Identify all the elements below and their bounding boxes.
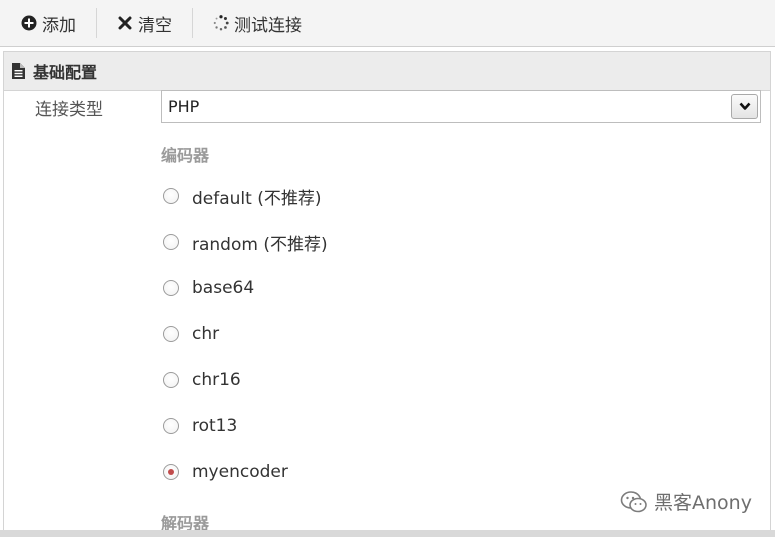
encoder-option-chr16[interactable]: chr16 <box>161 368 241 392</box>
encoder-option-default[interactable]: default (不推荐) <box>161 184 322 209</box>
encoder-option-random[interactable]: random (不推荐) <box>161 230 328 255</box>
encoder-option-chr[interactable]: chr <box>161 322 219 346</box>
chevron-down-icon[interactable] <box>731 94 758 119</box>
section-title: 基础配置 <box>33 63 98 82</box>
radio-label: chr <box>192 324 220 344</box>
radio-label: myencoder <box>192 462 288 482</box>
connection-type-value: PHP <box>168 97 200 116</box>
watermark: 黑客Anony <box>620 488 752 515</box>
watermark-text: 黑客Anony <box>654 492 752 514</box>
radio-label: rot13 <box>192 416 238 436</box>
plus-circle-icon <box>21 15 37 31</box>
radio-button[interactable] <box>163 280 179 296</box>
x-icon <box>117 15 133 31</box>
clear-button-label: 清空 <box>138 15 172 36</box>
encoder-option-rot13[interactable]: rot13 <box>161 414 237 438</box>
radio-button-selected[interactable] <box>163 464 179 480</box>
config-form: 连接类型 PHP 编码器 default (不推荐) random (不推荐) … <box>3 90 771 537</box>
radio-button[interactable] <box>163 188 179 204</box>
radio-button[interactable] <box>163 234 179 250</box>
add-button-label: 添加 <box>42 15 76 36</box>
encoder-group-title: 编码器 <box>161 146 210 165</box>
radio-label: random (不推荐) <box>192 234 328 255</box>
spinner-icon <box>213 15 229 31</box>
radio-label: chr16 <box>192 370 241 390</box>
radio-button[interactable] <box>163 418 179 434</box>
radio-label: default (不推荐) <box>192 188 322 209</box>
connection-type-select[interactable]: PHP <box>161 90 761 123</box>
radio-button[interactable] <box>163 326 179 342</box>
radio-label: base64 <box>192 278 255 298</box>
document-icon <box>12 63 26 79</box>
toolbar: 添加 清空 测试连接 <box>0 0 775 47</box>
wechat-icon <box>620 490 648 514</box>
connection-type-label: 连接类型 <box>35 100 103 120</box>
encoder-option-myencoder[interactable]: myencoder <box>161 460 288 484</box>
encoder-option-base64[interactable]: base64 <box>161 276 254 300</box>
test-connection-button[interactable]: 测试连接 <box>193 0 322 46</box>
basic-config-header[interactable]: 基础配置 <box>3 51 771 91</box>
connection-config-window: 添加 清空 测试连接 基础配置 连接类型 PHP 编码器 default (不推… <box>0 0 775 537</box>
clear-button[interactable]: 清空 <box>97 0 192 46</box>
radio-button[interactable] <box>163 372 179 388</box>
bottom-scrollbar[interactable] <box>0 530 775 537</box>
test-connection-label: 测试连接 <box>234 15 302 36</box>
add-button[interactable]: 添加 <box>0 0 96 46</box>
